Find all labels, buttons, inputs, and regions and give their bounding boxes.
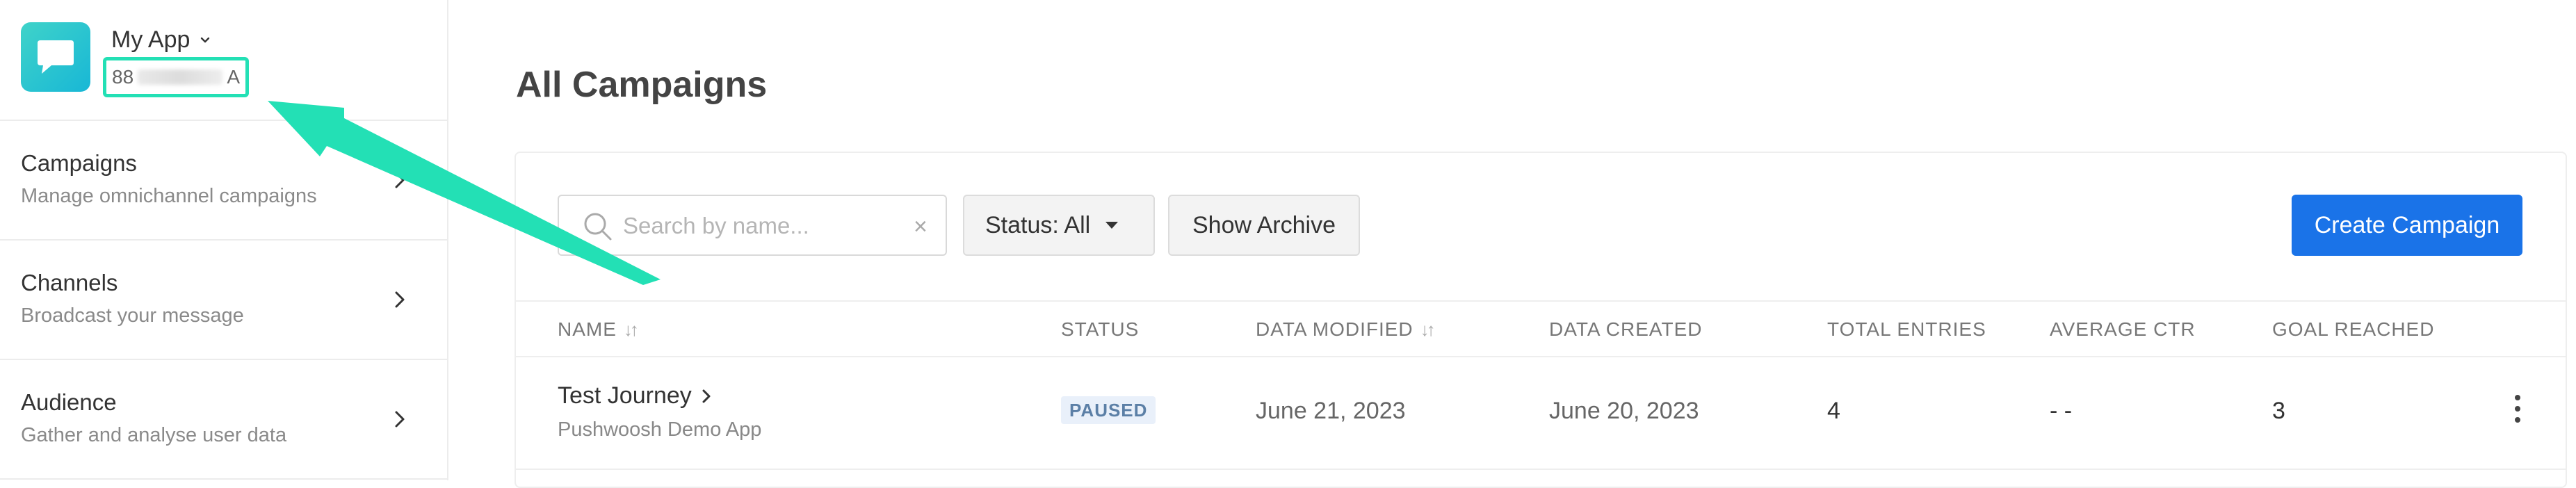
caret-down-icon [1105,222,1119,229]
column-header-ctr: Average CTR [2050,318,2196,341]
sidebar-item-title: Campaigns [21,150,137,176]
chevron-down-icon [201,37,210,42]
chevron-right-icon [395,291,405,308]
column-header-label: Status [1061,318,1140,340]
goal-reached: 3 [2272,398,2285,424]
column-header-goal: Goal Reached [2272,318,2434,341]
table-header: Name ↓↑ Status Data Modified ↓↑ Data Cre… [516,302,2566,357]
chevron-right-icon [702,389,711,402]
column-header-status: Status [1061,318,1139,341]
campaigns-panel: × Status: All Show Archive Create Campai… [515,152,2567,488]
sidebar-item-subtitle: Gather and analyse user data [21,424,287,446]
more-vertical-icon[interactable] [2512,395,2523,428]
app-code-suffix: A [227,66,240,88]
status-filter-label: Status: All [985,211,1091,238]
total-entries: 4 [1827,398,1840,424]
column-header-label: Total Entries [1827,318,1986,340]
column-header-label: Data Modified [1256,318,1413,340]
column-header-modified[interactable]: Data Modified ↓↑ [1256,318,1436,341]
column-header-label: Goal Reached [2272,318,2435,340]
search-box[interactable]: × [558,195,947,256]
search-input[interactable] [622,207,889,245]
status-badge: PAUSED [1061,396,1156,424]
sidebar: My App 88 A Campaigns Manage omnichannel… [0,0,448,480]
app-code: 88 A [103,57,249,97]
column-header-label: Data Created [1549,318,1703,340]
campaign-app: Pushwoosh Demo App [558,418,762,441]
app-code-redacted [138,70,223,85]
status-filter-dropdown[interactable]: Status: All [963,195,1155,256]
app-logo [21,22,90,92]
sidebar-item-title: Audience [21,389,117,415]
toolbar: × Status: All Show Archive Create Campai… [516,153,2566,302]
chevron-right-icon [395,172,405,188]
average-ctr: - - [2050,398,2073,424]
page-title: All Campaigns [516,65,768,105]
show-archive-label: Show Archive [1192,211,1336,238]
sidebar-item-campaigns[interactable]: Campaigns Manage omnichannel campaigns [0,121,447,241]
column-header-entries: Total Entries [1827,318,1986,341]
date-modified: June 21, 2023 [1256,398,1406,424]
create-campaign-label: Create Campaign [2314,211,2500,238]
sidebar-item-audience[interactable]: Audience Gather and analyse user data [0,360,447,480]
campaign-name-link[interactable]: Test Journey [558,382,711,409]
sidebar-item-subtitle: Broadcast your message [21,304,244,327]
column-header-label: Name [558,318,617,340]
chevron-right-icon [395,411,405,428]
date-created: June 20, 2023 [1549,398,1699,424]
campaign-name: Test Journey [558,382,692,409]
chat-bubble-icon [38,40,74,74]
table-row[interactable]: Test Journey Pushwoosh Demo App PAUSED J… [516,357,2566,470]
sort-icon[interactable]: ↓↑ [1420,319,1436,341]
show-archive-button[interactable]: Show Archive [1168,195,1360,256]
sidebar-item-channels[interactable]: Channels Broadcast your message [0,241,447,360]
app-name[interactable]: My App [111,26,211,54]
app-switcher[interactable]: My App 88 A [0,0,447,121]
sort-icon[interactable]: ↓↑ [624,319,639,341]
column-header-created: Data Created [1549,318,1702,341]
column-header-label: Average CTR [2050,318,2196,340]
close-icon[interactable]: × [914,213,927,241]
app-name-label: My App [111,26,191,53]
column-header-name[interactable]: Name ↓↑ [558,318,639,341]
sidebar-item-subtitle: Manage omnichannel campaigns [21,185,317,207]
sidebar-item-title: Channels [21,270,118,295]
app-code-prefix: 88 [112,66,134,88]
search-icon [584,213,612,241]
create-campaign-button[interactable]: Create Campaign [2292,195,2522,256]
